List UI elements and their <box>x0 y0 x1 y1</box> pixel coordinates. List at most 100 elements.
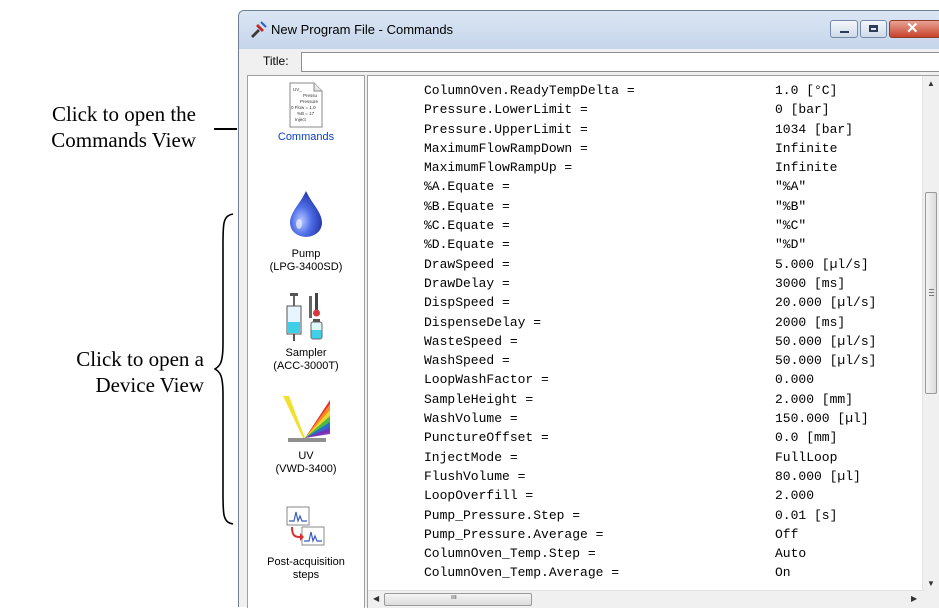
command-value: "%D" <box>775 237 807 253</box>
command-value: "%C" <box>775 218 807 234</box>
command-value: 3000 [ms] <box>775 275 846 291</box>
minimize-button[interactable] <box>830 20 858 38</box>
commands-list-pane[interactable]: ColumnOven.ReadyTempDelta = 1.0 [°C] Press… <box>367 75 939 608</box>
nav-commands-label: Commands <box>277 131 335 143</box>
title-bar: New Program File - Commands ✕ <box>239 11 939 49</box>
annotation-pointer-line <box>214 128 237 130</box>
nav-commands[interactable]: UV_ Pressu Pressure 0 Flow = 1.0 %B = 17… <box>248 82 364 144</box>
uv-spectrum-icon <box>283 396 330 442</box>
nav-sampler-model: (ACC-3000T) <box>273 360 339 372</box>
title-label: Title: <box>263 54 289 68</box>
scroll-right-icon[interactable]: ▶ <box>911 594 917 603</box>
command-name: %B.Equate = <box>424 198 510 214</box>
post-acquisition-steps-icon <box>286 506 325 546</box>
close-icon: ✕ <box>906 20 919 37</box>
command-name: LoopOverfill = <box>424 488 534 504</box>
command-name: WashSpeed = <box>424 353 510 369</box>
command-name: InjectMode = <box>424 449 518 465</box>
command-value: 0.0 [mm] <box>775 430 838 446</box>
nav-post-sub: steps <box>292 569 320 581</box>
command-value: 0 [bar] <box>775 102 830 118</box>
command-value: On <box>775 565 791 581</box>
pump-drop-icon <box>290 191 322 237</box>
command-value: 1034 [bar] <box>775 121 854 137</box>
command-name: ColumnOven_Temp.Average = <box>424 565 620 581</box>
command-value: 0.01 [s] <box>775 507 838 523</box>
commands-icon-text-2: Pressure <box>300 99 319 104</box>
nav-pump-model: (LPG-3400SD) <box>269 261 343 273</box>
commands-icon-text-0: UV_ <box>293 87 302 92</box>
command-value: 80.000 [µl] <box>775 468 861 484</box>
command-name: Pressure.LowerLimit = <box>424 102 588 118</box>
command-name: %D.Equate = <box>424 237 510 253</box>
annotation-commands-view: Click to open the Commands View <box>0 101 196 153</box>
command-name: ColumnOven_Temp.Step = <box>424 546 596 562</box>
nav-uv-model: (VWD-3400) <box>275 463 337 475</box>
command-value: 5.000 [µl/s] <box>775 256 869 272</box>
command-value: 50.000 [µl/s] <box>775 353 877 369</box>
sampler-syringe-icon <box>286 293 323 341</box>
annotation-line-1: Click to open the <box>51 102 196 126</box>
app-icon <box>251 21 267 38</box>
annotation-line-1: Click to open a <box>76 347 204 371</box>
command-value: 50.000 [µl/s] <box>775 333 877 349</box>
command-name: WashVolume = <box>424 411 518 427</box>
nav-uv[interactable]: UV (VWD-3400) <box>248 394 364 476</box>
maximize-icon <box>869 25 878 32</box>
command-name: MaximumFlowRampUp = <box>424 160 573 176</box>
close-button[interactable]: ✕ <box>889 20 939 38</box>
command-value: 2.000 <box>775 488 815 504</box>
command-name: PunctureOffset = <box>424 430 549 446</box>
nav-pump-label: Pump <box>291 248 321 260</box>
command-name: Pressure.UpperLimit = <box>424 121 588 137</box>
command-name: FlushVolume = <box>424 468 526 484</box>
command-name: LoopWashFactor = <box>424 372 549 388</box>
command-value: 1.0 [°C] <box>775 83 838 98</box>
commands-icon-text-4: %B = 17 <box>297 111 315 116</box>
horizontal-scroll-thumb[interactable]: ııı <box>384 593 532 606</box>
vertical-scroll-thumb[interactable] <box>925 192 937 394</box>
maximize-button[interactable] <box>860 20 887 38</box>
command-name: DispSpeed = <box>424 295 510 311</box>
command-value: 150.000 [µl] <box>775 411 869 427</box>
annotation-line-2: Commands View <box>51 128 196 152</box>
nav-uv-label: UV <box>298 450 314 462</box>
vertical-scrollbar[interactable]: ▲ ▼ <box>922 76 939 592</box>
command-value: FullLoop <box>775 449 838 465</box>
command-value: Infinite <box>775 140 838 156</box>
command-value: Auto <box>775 546 807 562</box>
command-name: Pump_Pressure.Step = <box>424 507 581 523</box>
command-name: DrawDelay = <box>424 275 510 291</box>
scroll-down-icon[interactable]: ▼ <box>927 579 935 588</box>
scroll-left-icon[interactable]: ◀ <box>373 594 379 603</box>
horizontal-scrollbar[interactable]: ◀ ııı ▶ <box>368 590 924 608</box>
nav-post-label: Post-acquisition <box>267 556 345 568</box>
annotation-line-2: Device View <box>95 373 204 397</box>
command-value: 2.000 [mm] <box>775 391 854 407</box>
annotation-device-view: Click to open a Device View <box>0 346 204 398</box>
command-name: Pump_Pressure.Average = <box>424 526 604 542</box>
command-name: SampleHeight = <box>424 391 534 407</box>
command-value: 20.000 [µl/s] <box>775 295 877 311</box>
commands-icon-text-5: Inject <box>295 117 307 122</box>
window-title: New Program File - Commands <box>271 22 454 37</box>
commands-icon-text-3: 0 Flow = 1.0 <box>291 105 316 110</box>
nav-pump[interactable]: Pump (LPG-3400SD) <box>248 190 364 274</box>
scroll-up-icon[interactable]: ▲ <box>927 79 935 88</box>
nav-post-acquisition[interactable]: Post-acquisition steps <box>248 506 364 582</box>
nav-sampler[interactable]: Sampler (ACC-3000T) <box>248 292 364 373</box>
command-value: 0.000 <box>775 372 815 388</box>
command-value: Off <box>775 526 799 542</box>
command-name: MaximumFlowRampDown = <box>424 140 588 156</box>
scrollbar-corner <box>923 591 939 608</box>
program-window: New Program File - Commands ✕ Title: UV_… <box>238 10 939 608</box>
title-input[interactable] <box>301 52 939 72</box>
command-value: "%B" <box>775 198 807 214</box>
command-name: %C.Equate = <box>424 218 510 234</box>
commands-document-icon: UV_ Pressu Pressure 0 Flow = 1.0 %B = 17… <box>289 82 323 128</box>
command-name: %A.Equate = <box>424 179 510 195</box>
command-name: DispenseDelay = <box>424 314 542 330</box>
command-value: Infinite <box>775 160 838 176</box>
curly-brace <box>214 213 234 525</box>
command-value: 2000 [ms] <box>775 314 846 330</box>
